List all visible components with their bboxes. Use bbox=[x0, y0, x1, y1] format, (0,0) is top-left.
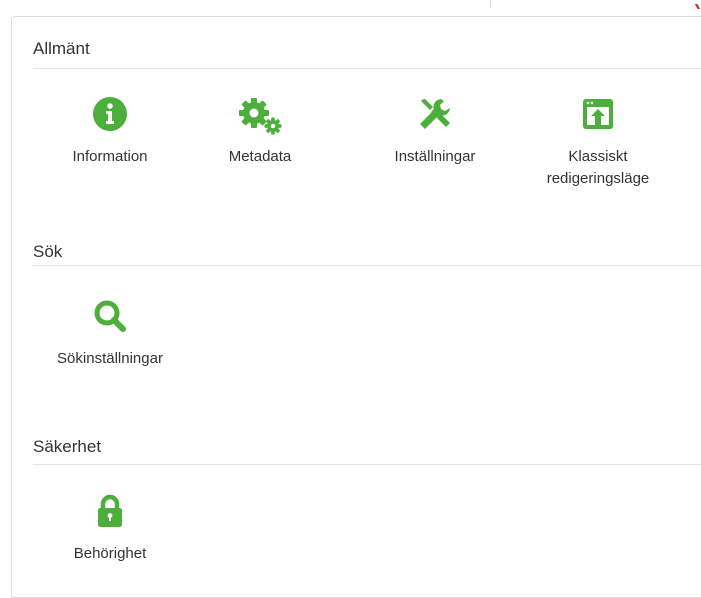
top-toolbar-strip bbox=[0, 0, 701, 16]
page-settings-panel: Allmänt Information Metadata Inställning… bbox=[11, 16, 701, 598]
search-icon bbox=[35, 297, 185, 337]
tile-settings[interactable]: Inställningar bbox=[360, 95, 510, 168]
tile-label: Sökinställningar bbox=[57, 350, 163, 367]
tile-metadata[interactable]: Metadata bbox=[185, 95, 335, 168]
tile-label: Metadata bbox=[228, 148, 292, 165]
tile-information[interactable]: Information bbox=[35, 95, 185, 168]
section-divider bbox=[33, 464, 701, 465]
tile-permissions[interactable]: Behörighet bbox=[35, 492, 185, 565]
tile-classic-edit-mode[interactable]: Klassiskt redigeringsläge bbox=[523, 95, 673, 190]
info-circle-icon bbox=[35, 95, 185, 135]
gears-icon bbox=[185, 95, 335, 135]
tile-label: Klassiskt redigeringsläge bbox=[546, 148, 650, 187]
tile-label: Behörighet bbox=[73, 545, 147, 562]
tile-label: Inställningar bbox=[394, 148, 476, 165]
tile-label: Information bbox=[72, 148, 148, 165]
section-title-general: Allmänt bbox=[33, 39, 90, 58]
section-divider bbox=[33, 68, 701, 69]
close-icon[interactable] bbox=[693, 0, 701, 9]
section-title-search: Sök bbox=[33, 242, 63, 261]
toolbar-divider bbox=[490, 0, 491, 8]
window-upload-icon bbox=[523, 95, 673, 135]
lock-icon bbox=[35, 492, 185, 532]
section-divider bbox=[33, 265, 701, 266]
tools-icon bbox=[360, 95, 510, 135]
tile-search-settings[interactable]: Sökinställningar bbox=[35, 297, 185, 370]
section-title-security: Säkerhet bbox=[33, 437, 102, 456]
